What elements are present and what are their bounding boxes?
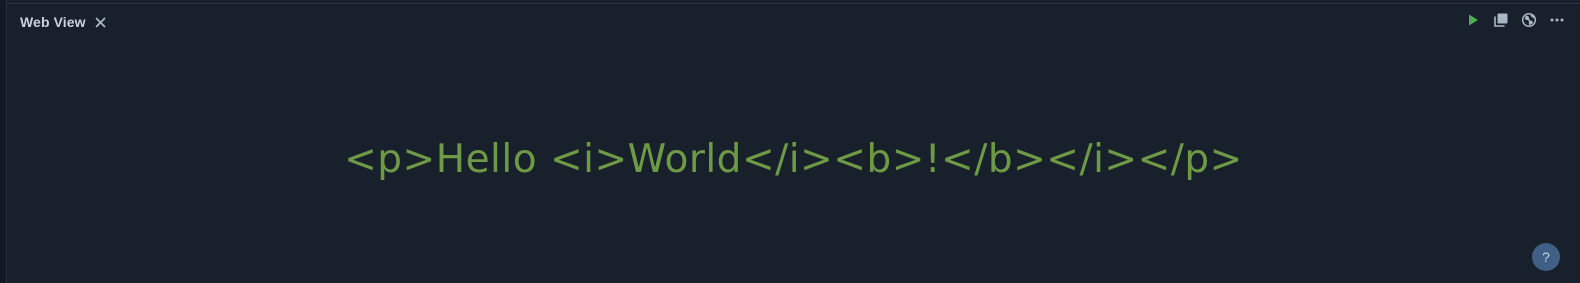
close-icon[interactable] xyxy=(94,15,108,29)
more-icon[interactable] xyxy=(1548,11,1566,29)
play-icon[interactable] xyxy=(1464,11,1482,29)
tab-title: Web View xyxy=(20,14,86,30)
copy-icon[interactable] xyxy=(1492,11,1510,29)
help-button[interactable]: ? xyxy=(1532,243,1560,271)
tab-web-view[interactable]: Web View xyxy=(20,12,108,32)
toolbar xyxy=(1464,11,1566,29)
globe-icon[interactable] xyxy=(1520,11,1538,29)
top-divider xyxy=(7,0,1580,4)
web-view-content: <p>Hello <i>World</i><b>!</b></i></p> xyxy=(7,40,1580,283)
rendered-markup-text: <p>Hello <i>World</i><b>!</b></i></p> xyxy=(344,137,1243,182)
left-gutter xyxy=(0,0,7,283)
web-view-panel: Web View <p>Hello <i>World</i><b>!</b></… xyxy=(0,0,1580,283)
